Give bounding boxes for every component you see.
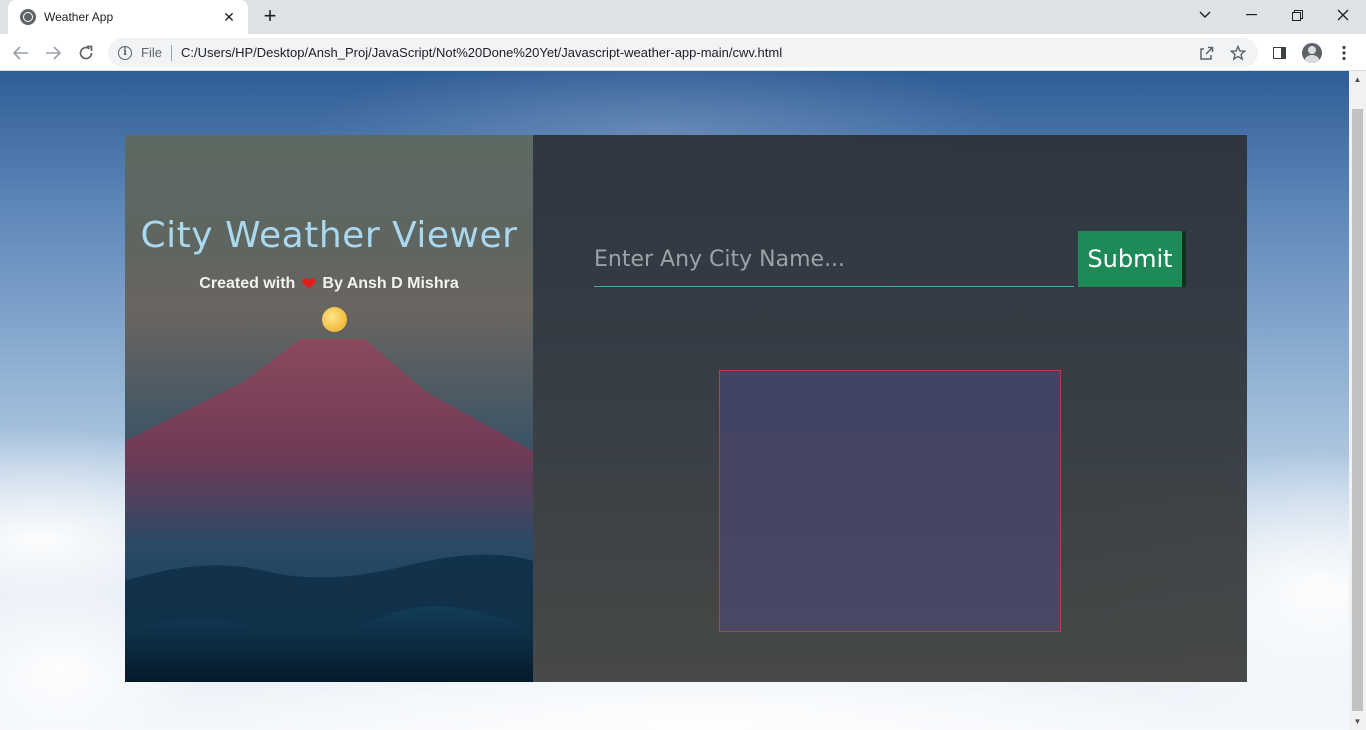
scroll-thumb[interactable] — [1352, 109, 1363, 711]
moon-icon — [322, 307, 347, 332]
weather-result-box — [719, 370, 1061, 632]
back-arrow-icon[interactable] — [8, 40, 34, 66]
tab-strip: Weather App ✕ + — [0, 0, 1366, 34]
browser-tab[interactable]: Weather App ✕ — [8, 0, 248, 34]
reload-icon[interactable] — [73, 40, 99, 66]
file-label: File — [141, 45, 162, 60]
weather-card: City Weather Viewer Created with ❤ By An… — [125, 135, 1247, 682]
close-icon[interactable] — [1320, 0, 1366, 30]
address-bar[interactable]: i File C:/Users/HP/Desktop/Ansh_Proj/Jav… — [108, 38, 1258, 67]
share-icon[interactable] — [1198, 38, 1214, 67]
scroll-up-icon[interactable]: ▲ — [1349, 71, 1366, 88]
credit-prefix: Created with — [199, 275, 296, 292]
page-scrollbar[interactable]: ▲ ▼ — [1349, 71, 1366, 730]
credit-line: Created with ❤ By Ansh D Mishra — [125, 275, 533, 293]
browser-toolbar: i File C:/Users/HP/Desktop/Ansh_Proj/Jav… — [0, 34, 1366, 71]
minimize-icon[interactable] — [1228, 0, 1274, 30]
credit-suffix: By Ansh D Mishra — [322, 275, 459, 292]
star-icon[interactable] — [1230, 38, 1246, 67]
more-vert-icon[interactable] — [1331, 40, 1357, 66]
info-icon[interactable]: i — [118, 45, 132, 60]
chevron-down-icon[interactable] — [1182, 0, 1228, 30]
restore-icon[interactable] — [1274, 0, 1320, 30]
tab-title: Weather App — [44, 10, 114, 24]
profile-icon[interactable] — [1299, 40, 1325, 66]
scroll-down-icon[interactable]: ▼ — [1349, 713, 1366, 730]
globe-icon — [20, 9, 36, 25]
page-viewport: City Weather Viewer Created with ❤ By An… — [0, 71, 1349, 730]
submit-button[interactable]: Submit — [1078, 231, 1186, 287]
search-panel: Submit — [533, 135, 1247, 682]
new-tab-button[interactable]: + — [258, 5, 282, 29]
app-title: City Weather Viewer — [140, 215, 518, 256]
heart-icon: ❤ — [301, 274, 317, 294]
forward-arrow-icon[interactable] — [40, 40, 66, 66]
hero-panel: City Weather Viewer Created with ❤ By An… — [125, 135, 533, 682]
omnibox-divider — [170, 44, 172, 61]
side-panel-icon[interactable] — [1266, 40, 1292, 66]
city-search-input[interactable] — [594, 233, 1074, 287]
url-text[interactable]: C:/Users/HP/Desktop/Ansh_Proj/JavaScript… — [181, 45, 782, 60]
tab-close-icon[interactable]: ✕ — [220, 8, 238, 26]
mountain-illustration — [125, 339, 533, 682]
